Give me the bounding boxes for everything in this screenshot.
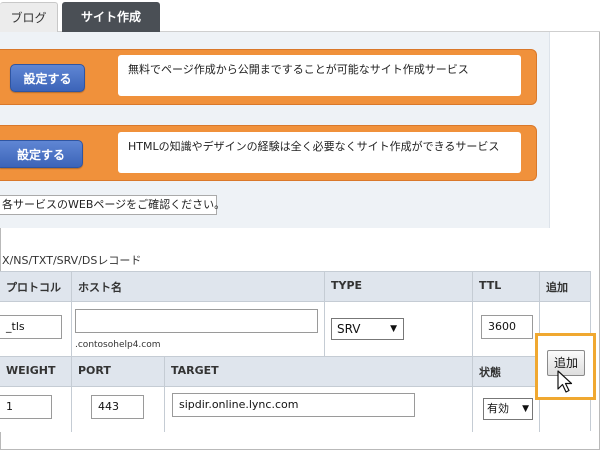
header-target: TARGET [165,357,473,387]
domain-suffix: .contosohelp4.com [75,340,161,350]
service-description: 無料でページ作成から公開まですることが可能なサイト作成サービス [118,55,521,96]
header-protocol: プロトコル [0,272,72,302]
header-type: TYPE [325,272,473,302]
header-hostname: ホスト名 [72,272,325,302]
service-panel: 設定する 無料でページ作成から公開まですることが可能なサイト作成サービス 設定す… [0,32,550,228]
header-port: PORT [72,357,165,387]
header-add: 追加 [540,272,590,302]
record-types-label: X/NS/TXT/SRV/DSレコード [2,254,142,267]
cell-port: 443 [72,387,165,432]
port-input[interactable]: 443 [91,395,144,419]
header-status: 状態 [473,357,540,387]
dns-record-table: プロトコル ホスト名 TYPE TTL 追加 _tls .contosohelp… [0,271,591,432]
service-description: HTMLの知識やデザインの経験は全く必要なくサイト作成ができるサービス [118,132,521,173]
cell-hostname: .contosohelp4.com [72,302,325,357]
ttl-input[interactable]: 3600 [481,315,533,339]
cell-target: sipdir.online.lync.com [165,387,473,432]
service-card: 設定する HTMLの知識やデザインの経験は全く必要なくサイト作成ができるサービス [0,125,537,181]
header-ttl: TTL [473,272,540,302]
type-select-value: SRV [337,322,361,336]
chevron-down-icon: ▼ [390,324,397,334]
header-weight: WEIGHT [0,357,72,387]
type-select[interactable]: SRV ▼ [331,318,404,340]
chevron-down-icon: ▼ [522,404,529,414]
service-notice: 各サービスのWEBページをご確認ください。 [0,195,225,215]
tab-site-builder[interactable]: サイト作成 [62,2,160,32]
mouse-pointer-icon [557,370,573,393]
service-card: 設定する 無料でページ作成から公開まですることが可能なサイト作成サービス [0,49,537,105]
setup-button[interactable]: 設定する [10,64,85,92]
protocol-input[interactable]: _tls [0,315,62,339]
cell-protocol: _tls [0,302,72,357]
cell-status: 有効 ▼ [473,387,540,432]
setup-button[interactable]: 設定する [0,140,83,168]
tab-bar: ブログ サイト作成 [0,0,600,32]
cell-weight: 1 [0,387,72,432]
status-select-value: 有効 [487,402,509,415]
hostname-input[interactable] [75,309,318,333]
status-select[interactable]: 有効 ▼ [483,398,533,420]
cell-type: SRV ▼ [325,302,473,357]
weight-input[interactable]: 1 [0,395,52,419]
cell-ttl: 3600 [473,302,540,357]
tab-blog[interactable]: ブログ [0,2,58,32]
target-input[interactable]: sipdir.online.lync.com [172,393,415,417]
add-button-highlight: 追加 [535,333,596,400]
